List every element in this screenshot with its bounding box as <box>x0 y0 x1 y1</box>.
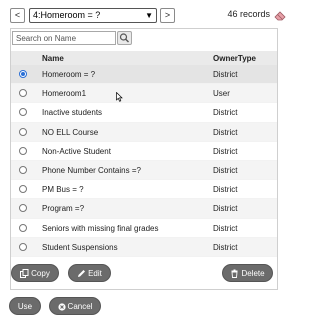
row-owner-type: District <box>213 146 238 156</box>
table-row[interactable]: Program =? District <box>11 199 277 219</box>
table-row[interactable]: Non-Active Student District <box>11 142 277 161</box>
edit-button[interactable]: Edit <box>68 264 111 282</box>
edit-button-label: Edit <box>88 269 102 278</box>
table-row[interactable]: Student Suspensions District <box>11 237 277 257</box>
search-button[interactable] <box>117 31 132 45</box>
row-name: Student Suspensions <box>42 242 118 252</box>
row-name: Program =? <box>42 204 85 214</box>
eraser-icon[interactable] <box>274 10 286 21</box>
row-radio-button[interactable] <box>19 70 27 78</box>
filter-toolbar: < 4:Homeroom = ? ▼ > 46 records <box>10 8 286 24</box>
use-button[interactable]: Use <box>9 297 41 315</box>
row-owner-type: District <box>213 185 238 195</box>
column-header-name[interactable]: Name <box>42 54 64 63</box>
cancel-button-label: Cancel <box>67 302 93 311</box>
row-owner-type: District <box>213 165 238 175</box>
row-owner-type: District <box>213 127 238 137</box>
trash-icon <box>231 269 238 278</box>
use-button-label: Use <box>17 302 33 311</box>
table-row[interactable]: Inactive students District <box>11 103 277 123</box>
table-row[interactable]: Phone Number Contains =? District <box>11 160 277 181</box>
filter-select[interactable]: 4:Homeroom = ? ▼ <box>29 8 157 23</box>
row-name: Seniors with missing final grades <box>42 223 159 233</box>
table-row[interactable]: PM Bus = ? District <box>11 180 277 200</box>
copy-button-label: Copy <box>31 269 50 278</box>
table-row[interactable]: Homeroom1 User <box>11 84 277 104</box>
copy-icon <box>20 269 29 278</box>
row-radio-button[interactable] <box>19 223 27 232</box>
mouse-cursor-icon <box>116 92 123 102</box>
row-radio-button[interactable] <box>19 127 27 136</box>
search-icon <box>119 33 129 43</box>
row-radio-button[interactable] <box>19 185 27 194</box>
next-filter-button[interactable]: > <box>160 8 175 23</box>
row-owner-type: District <box>213 70 238 79</box>
row-owner-type: District <box>213 204 238 214</box>
row-name: Homeroom1 <box>42 89 87 99</box>
row-name: Non-Active Student <box>42 146 111 156</box>
filter-table: Name OwnerType Homeroom = ? District Homer… <box>11 51 277 257</box>
row-owner-type: User <box>213 89 230 99</box>
row-radio-button[interactable] <box>19 108 27 117</box>
row-owner-type: District <box>213 223 238 233</box>
row-radio-button[interactable] <box>19 165 27 174</box>
row-name: Inactive students <box>42 108 103 118</box>
filter-select-value: 4:Homeroom = ? <box>33 10 101 20</box>
row-radio-button[interactable] <box>19 204 27 213</box>
row-radio-button[interactable] <box>19 242 27 251</box>
table-header: Name OwnerType <box>11 51 277 65</box>
column-header-ownertype[interactable]: OwnerType <box>213 54 256 63</box>
table-body: Homeroom = ? District Homeroom1 User Inactiv… <box>11 65 277 257</box>
row-name: Homeroom = ? <box>42 70 96 79</box>
record-count: 46 records <box>227 9 270 19</box>
row-name: NO ELL Course <box>42 127 99 137</box>
table-row[interactable]: NO ELL Course District <box>11 122 277 142</box>
close-icon <box>57 303 66 311</box>
row-name: Phone Number Contains =? <box>42 165 141 175</box>
row-radio-button[interactable] <box>19 146 27 155</box>
row-owner-type: District <box>213 108 238 118</box>
row-owner-type: District <box>213 242 238 252</box>
cancel-button[interactable]: Cancel <box>49 297 101 315</box>
search-input[interactable] <box>12 31 116 45</box>
pencil-icon <box>78 270 86 277</box>
delete-button[interactable]: Delete <box>222 264 273 282</box>
copy-button[interactable]: Copy <box>11 264 59 282</box>
filter-list-panel: Name OwnerType Homeroom = ?DistrictHomer… <box>10 28 278 290</box>
previous-filter-button[interactable]: < <box>10 8 25 23</box>
table-row[interactable]: Seniors with missing final grades Distric… <box>11 219 277 238</box>
row-name: PM Bus = ? <box>42 185 84 195</box>
delete-button-label: Delete <box>241 269 265 278</box>
row-radio-button[interactable] <box>19 89 27 98</box>
table-row[interactable]: Homeroom = ? District <box>11 65 277 85</box>
chevron-down-icon: ▼ <box>145 11 153 20</box>
